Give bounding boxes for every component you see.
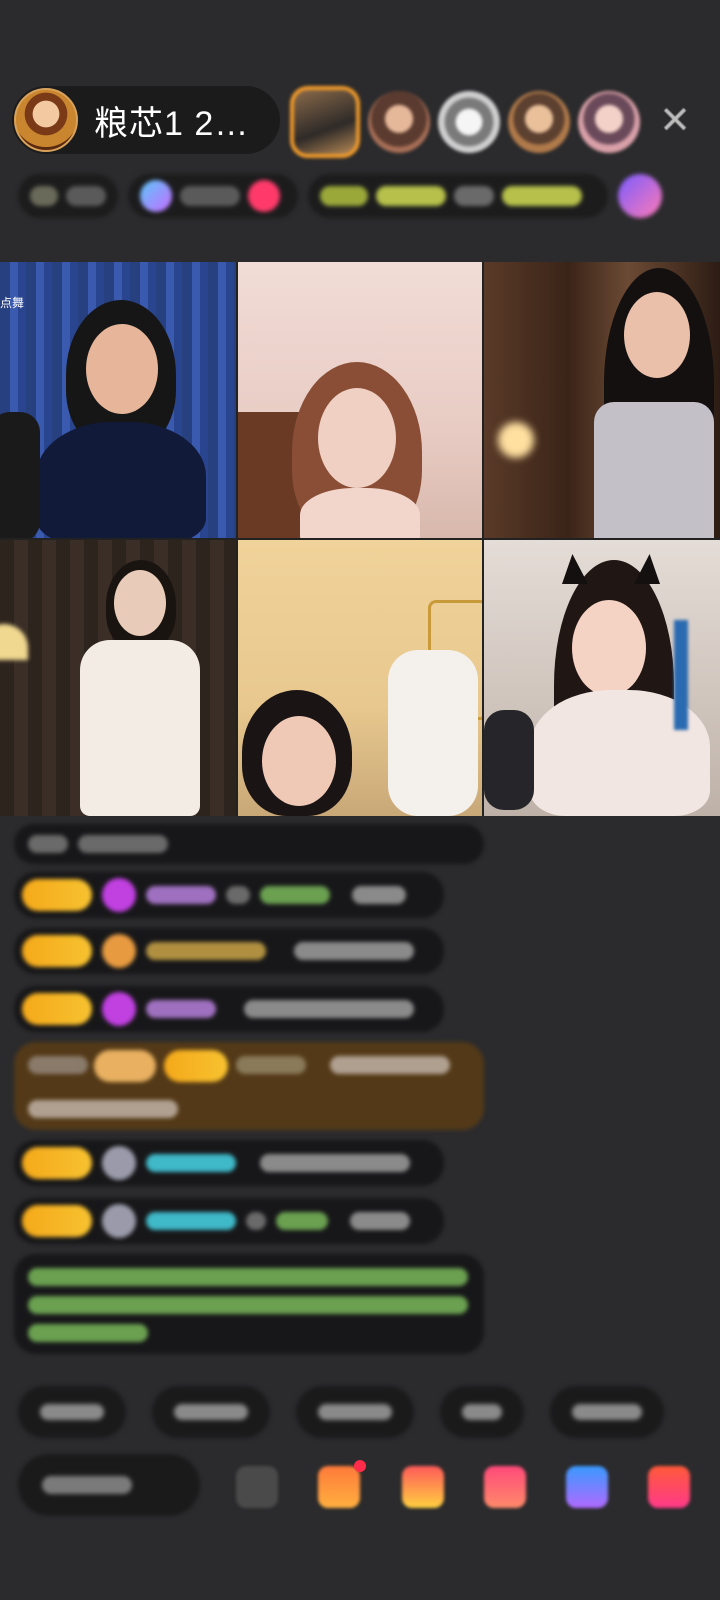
viewer-avatar[interactable] xyxy=(578,91,640,153)
guest-video-6[interactable] xyxy=(484,540,720,816)
more-icon[interactable] xyxy=(648,1466,690,1508)
guest-video-2[interactable] xyxy=(238,262,482,538)
chat-message xyxy=(14,872,444,918)
gift-box-icon[interactable] xyxy=(318,1466,360,1508)
guest-video-4[interactable] xyxy=(0,540,236,816)
fan-club-pill[interactable] xyxy=(128,174,298,218)
multi-guest-video-grid: 点舞 xyxy=(0,262,720,816)
chat-message-highlight xyxy=(14,1042,484,1130)
rank-pill[interactable] xyxy=(18,174,118,218)
lucky-bag-icon[interactable] xyxy=(618,174,662,218)
live-room: 粮芯1 2… ✕ 点舞 xyxy=(0,0,720,1600)
share-icon[interactable] xyxy=(566,1466,608,1508)
chat-message xyxy=(14,986,444,1032)
quick-reply-chip[interactable] xyxy=(440,1386,524,1438)
bottom-toolbar xyxy=(18,1450,708,1520)
chat-message xyxy=(14,1198,444,1244)
guest-video-1[interactable]: 点舞 xyxy=(0,262,236,538)
chat-message xyxy=(14,1140,444,1186)
viewer-avatar[interactable] xyxy=(438,91,500,153)
close-icon[interactable]: ✕ xyxy=(655,98,695,142)
quick-reply-chip[interactable] xyxy=(18,1386,126,1438)
viewer-avatar[interactable] xyxy=(508,91,570,153)
chat-message xyxy=(14,824,484,864)
quick-reply-chip[interactable] xyxy=(550,1386,664,1438)
system-notice xyxy=(14,1254,484,1354)
heart-icon[interactable] xyxy=(484,1466,526,1508)
quick-reply-chip[interactable] xyxy=(152,1386,270,1438)
tile-tag: 点舞 xyxy=(0,296,25,310)
viewer-avatars xyxy=(290,86,640,158)
guest-video-5[interactable] xyxy=(238,540,482,816)
quick-reply-chip[interactable] xyxy=(296,1386,414,1438)
notification-dot xyxy=(354,1460,366,1472)
chat-message xyxy=(14,928,444,974)
host-info[interactable]: 粮芯1 2… xyxy=(12,86,280,154)
emoji-icon[interactable] xyxy=(236,1466,278,1508)
viewer-avatar[interactable] xyxy=(368,91,430,153)
guest-video-3[interactable] xyxy=(484,262,720,538)
host-name: 粮芯1 2… xyxy=(94,104,250,143)
host-avatar[interactable] xyxy=(14,88,78,152)
room-tags-pill[interactable] xyxy=(308,174,608,218)
gift-bag-icon[interactable] xyxy=(402,1466,444,1508)
quick-reply-chips xyxy=(18,1386,664,1440)
room-info-bar xyxy=(18,172,700,220)
comment-input[interactable] xyxy=(18,1454,200,1516)
top-viewer-avatar[interactable] xyxy=(290,86,360,158)
